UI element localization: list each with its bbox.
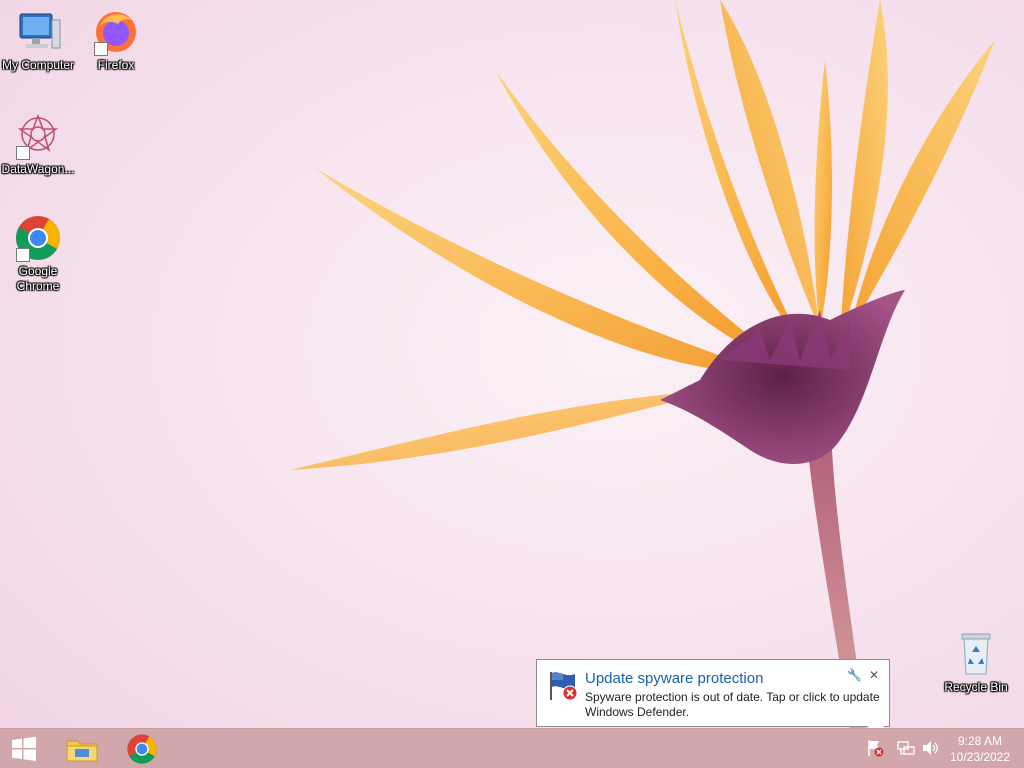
taskbar: 9:28 AM 10/23/2022	[0, 728, 1024, 768]
windows-logo-icon	[12, 736, 36, 761]
network-icon[interactable]	[897, 739, 915, 757]
recycle-bin-icon	[952, 630, 1000, 678]
wrench-icon[interactable]: 🔧	[847, 668, 862, 682]
file-explorer-icon	[66, 740, 98, 761]
desktop-icon-google-chrome[interactable]: Google Chrome	[0, 214, 76, 294]
datawagon-icon	[14, 112, 62, 160]
shortcut-arrow-icon	[94, 42, 108, 56]
computer-icon	[14, 8, 62, 56]
close-icon[interactable]: ✕	[867, 668, 881, 682]
clock-date: 10/23/2022	[949, 750, 1011, 764]
speaker-icon[interactable]	[921, 739, 939, 757]
clock-time: 9:28 AM	[957, 734, 1003, 748]
shortcut-arrow-icon	[16, 248, 30, 262]
taskbar-chrome-button[interactable]	[118, 729, 166, 768]
action-center-flag-error-icon[interactable]	[866, 739, 884, 757]
desktop-icon-datawagon[interactable]: DataWagon...	[0, 112, 76, 177]
taskbar-file-explorer-button[interactable]	[58, 729, 106, 768]
desktop-icon-label: Google Chrome	[16, 264, 60, 293]
chrome-icon	[127, 733, 157, 764]
desktop-icon-label: My Computer	[1, 58, 75, 72]
notification-title: Update spyware protection	[585, 670, 764, 687]
wallpaper-flower	[290, 0, 995, 728]
desktop: My Computer Firefox DataWagon... Google …	[0, 0, 1024, 768]
notification-balloon[interactable]: Update spyware protection Spyware protec…	[536, 659, 890, 727]
shortcut-arrow-icon	[16, 146, 30, 160]
desktop-icon-label: Firefox	[97, 58, 135, 72]
taskbar-clock[interactable]: 9:28 AM 10/23/2022	[944, 733, 1016, 765]
firefox-icon	[92, 8, 140, 56]
notification-body: Spyware protection is out of date. Tap o…	[585, 690, 880, 719]
start-button[interactable]	[0, 729, 48, 768]
desktop-icon-firefox[interactable]: Firefox	[78, 8, 154, 73]
windows-defender-flag-error-icon	[547, 670, 581, 702]
desktop-icon-my-computer[interactable]: My Computer	[0, 8, 76, 73]
desktop-icon-label: Recycle Bin	[944, 680, 1008, 694]
desktop-icon-label: DataWagon...	[1, 162, 75, 176]
chrome-icon	[14, 214, 62, 262]
desktop-icon-recycle-bin[interactable]: Recycle Bin	[938, 630, 1014, 695]
